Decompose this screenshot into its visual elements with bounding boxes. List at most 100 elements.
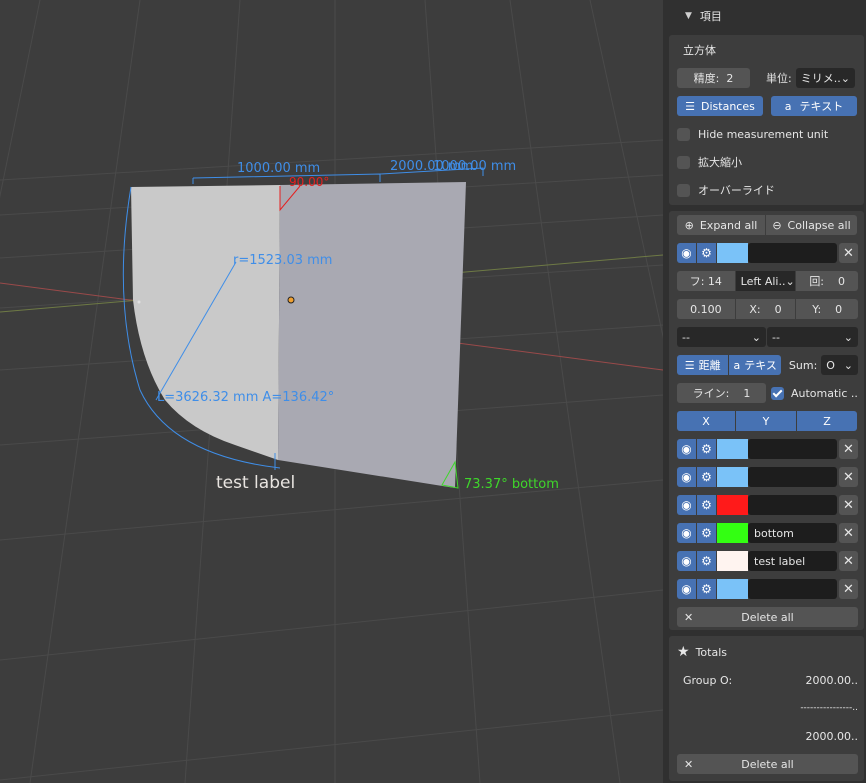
close-icon[interactable]: ✕ <box>839 579 858 599</box>
mesh-face-left <box>131 185 280 460</box>
item-text-field[interactable] <box>748 495 837 515</box>
eye-icon[interactable]: ◉ <box>677 551 696 571</box>
text-type-button[interactable]: a テキス <box>729 355 781 375</box>
color-swatch[interactable] <box>717 523 748 543</box>
x-value: 0 <box>774 302 782 316</box>
delete-all-button[interactable]: ✕ Delete all <box>677 607 858 627</box>
collapse-all-button[interactable]: ⊖ Collapse all <box>766 215 857 235</box>
hide-unit-checkbox[interactable] <box>677 127 690 141</box>
axis-x-button[interactable]: X <box>677 411 735 431</box>
item-text-field[interactable] <box>748 579 837 599</box>
eye-icon[interactable]: ◉ <box>677 495 696 515</box>
mesh-face-right <box>278 182 466 488</box>
precision-field[interactable]: 精度: 2 <box>677 68 750 88</box>
eye-icon[interactable]: ◉ <box>677 439 696 459</box>
y-value: 0 <box>835 302 843 316</box>
group-label: Group O: <box>683 673 733 687</box>
alignment-value: Left Ali.. <box>740 274 786 288</box>
axis-y-button[interactable]: Y <box>736 411 796 431</box>
angle-label-green: 73.37° bottom <box>464 477 559 492</box>
total-value: 2000.00.. <box>805 729 858 743</box>
alignment-dropdown[interactable]: Left Ali.. ⌄ <box>735 271 796 291</box>
measurement-item-row: ◉ ⚙ ✕ <box>677 579 858 599</box>
close-icon[interactable]: ✕ <box>839 551 858 571</box>
color-swatch[interactable] <box>717 495 748 515</box>
gear-icon[interactable]: ⚙ <box>697 243 716 263</box>
offset-field[interactable]: 0.100 <box>677 299 735 319</box>
item-section-header[interactable]: ▼ 項目 <box>663 0 866 32</box>
color-swatch[interactable] <box>717 579 748 599</box>
delete-all-label: Delete all <box>741 610 794 624</box>
custom-text-label: test label <box>216 473 295 493</box>
eye-icon[interactable]: ◉ <box>677 243 696 263</box>
offset-value: 0.100 <box>690 302 722 316</box>
measurement-item-row: ◉ ⚙ test label ✕ <box>677 551 858 571</box>
font-size-field[interactable]: フ: 14 <box>677 271 735 291</box>
color-swatch[interactable] <box>717 551 748 571</box>
expand-all-label: Expand all <box>699 218 758 232</box>
arc-length-label: L=3626.32 mm A=136.42° <box>157 390 334 405</box>
chevron-down-icon: ⌄ <box>785 274 795 288</box>
chevron-down-icon: ⌄ <box>840 71 850 85</box>
eye-icon[interactable]: ◉ <box>677 579 696 599</box>
expand-all-button[interactable]: ⊕ Expand all <box>677 215 765 235</box>
distances-button[interactable]: ☰ Distances <box>677 96 763 116</box>
properties-sidebar: ▼ 項目 立方体 精度: 2 単位: ミリメ.. ⌄ ☰ Distances a <box>663 0 866 783</box>
unit-dropdown[interactable]: ミリメ.. ⌄ <box>795 68 855 88</box>
item-text-field[interactable]: bottom <box>748 523 837 543</box>
distance-button[interactable]: ☰ 距離 <box>677 355 729 375</box>
text-label: テキスト <box>799 100 844 113</box>
eye-icon[interactable]: ◉ <box>677 523 696 543</box>
origin-point <box>287 296 295 304</box>
chevron-down-icon: ⌄ <box>751 330 761 344</box>
rotation-field[interactable]: 回: 0 <box>796 271 858 291</box>
object-name: 立方体 <box>683 44 716 57</box>
text-button[interactable]: a テキスト <box>771 96 857 116</box>
close-icon[interactable]: ✕ <box>839 523 858 543</box>
override-row[interactable]: オーバーライド <box>677 180 858 200</box>
second-dropdown[interactable]: -- ⌄ <box>767 327 858 347</box>
line-field[interactable]: ライン: 1 <box>677 383 766 403</box>
delete-all-button-2[interactable]: ✕ Delete all <box>677 754 858 774</box>
gear-icon[interactable]: ⚙ <box>697 579 716 599</box>
close-icon[interactable]: ✕ <box>839 439 858 459</box>
color-swatch[interactable] <box>717 439 748 459</box>
close-icon[interactable]: ✕ <box>839 495 858 515</box>
y-offset-field[interactable]: Y: 0 <box>796 299 858 319</box>
3d-viewport[interactable]: 1000.00 mm 2000.00 mm 1000.00 mm 90.00° … <box>0 0 663 783</box>
unit-label: 単位: <box>766 72 792 85</box>
close-icon[interactable]: ✕ <box>839 467 858 487</box>
first-dropdown[interactable]: -- ⌄ <box>677 327 766 347</box>
axis-z-button[interactable]: Z <box>797 411 857 431</box>
color-swatch[interactable] <box>717 243 748 263</box>
sum-dropdown[interactable]: O ⌄ <box>821 355 859 375</box>
close-icon[interactable]: ✕ <box>839 243 858 263</box>
gear-icon[interactable]: ⚙ <box>697 467 716 487</box>
scale-row[interactable]: 拡大縮小 <box>677 152 858 172</box>
gear-icon[interactable]: ⚙ <box>697 495 716 515</box>
gear-icon[interactable]: ⚙ <box>697 439 716 459</box>
color-swatch[interactable] <box>717 467 748 487</box>
automatic-checkbox[interactable] <box>771 386 784 400</box>
item-text-field[interactable] <box>748 439 837 459</box>
gear-icon[interactable]: ⚙ <box>697 523 716 543</box>
first-dropdown-value: -- <box>682 330 690 344</box>
gear-icon[interactable]: ⚙ <box>697 551 716 571</box>
override-checkbox[interactable] <box>677 183 690 197</box>
collapse-triangle-icon[interactable]: ▼ <box>685 11 692 21</box>
hide-unit-row[interactable]: Hide measurement unit <box>677 124 858 144</box>
vertex-point <box>137 300 141 304</box>
axis-z-label: Z <box>823 414 831 428</box>
collapse-all-label: Collapse all <box>787 218 851 232</box>
item-text-field[interactable] <box>748 243 837 263</box>
dimension-label-top-left: 1000.00 mm <box>237 161 320 176</box>
eye-icon[interactable]: ◉ <box>677 467 696 487</box>
chevron-down-icon: ⌄ <box>843 330 853 344</box>
item-text-field[interactable] <box>748 467 837 487</box>
scale-checkbox[interactable] <box>677 155 690 169</box>
totals-header: ★ Totals <box>677 642 858 662</box>
items-panel: ⊕ Expand all ⊖ Collapse all ◉ ⚙ ✕ フ: 14 … <box>669 211 864 630</box>
item-text-field[interactable]: test label <box>748 551 837 571</box>
x-offset-field[interactable]: X: 0 <box>735 299 796 319</box>
dropdown-row: -- ⌄ -- ⌄ <box>677 327 858 347</box>
